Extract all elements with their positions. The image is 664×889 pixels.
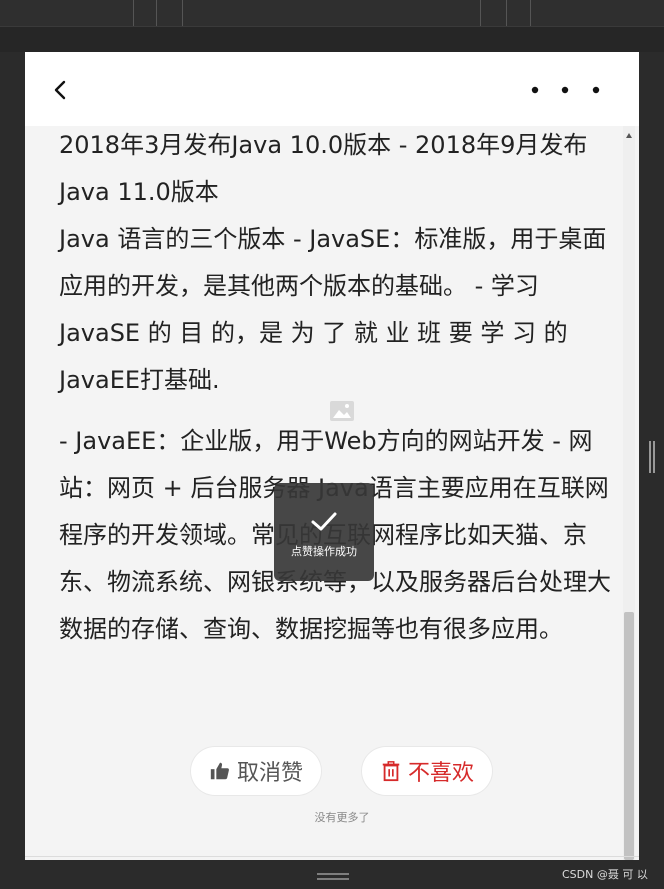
- unlike-label: 取消赞: [236, 761, 303, 786]
- back-arrow-icon[interactable]: [49, 78, 73, 102]
- dislike-button[interactable]: 不喜欢: [362, 747, 492, 795]
- window-toolbar: [0, 0, 664, 27]
- resize-handle-icon[interactable]: [316, 872, 350, 882]
- toolbar-divider: [133, 0, 134, 26]
- article-paragraph: 2018年3月发布Java 10.0版本 - 2018年9月发布Java 11.…: [59, 131, 588, 206]
- phone-screen: 2018年3月发布Java 10.0版本 - 2018年9月发布Java 11.…: [25, 52, 639, 860]
- trash-icon: [382, 761, 400, 782]
- unlike-button[interactable]: 取消赞: [191, 747, 321, 795]
- toolbar-divider: [480, 0, 481, 26]
- toast-message: 点赞操作成功: [291, 545, 357, 558]
- divider: [25, 856, 639, 857]
- image-placeholder-icon: [330, 401, 354, 421]
- side-resize-handle-icon[interactable]: [648, 440, 656, 474]
- toolbar-divider: [530, 0, 531, 26]
- toolbar-divider: [182, 0, 183, 26]
- window-gap: [0, 27, 664, 52]
- dislike-label: 不喜欢: [407, 761, 474, 786]
- watermark: CSDN @聂 可 以: [562, 868, 648, 881]
- article-paragraph: Java 语言的三个版本 - JavaSE：标准版，用于桌面应用的开发，是其他两…: [59, 225, 607, 394]
- nav-header: [25, 52, 639, 126]
- check-icon: [311, 512, 337, 531]
- thumbs-up-icon: [210, 762, 229, 780]
- toolbar-divider: [156, 0, 157, 26]
- scroll-up-arrow-icon[interactable]: [625, 132, 633, 140]
- success-toast: 点赞操作成功: [274, 483, 374, 581]
- no-more-text: 没有更多了: [314, 811, 370, 824]
- toolbar-divider: [506, 0, 507, 26]
- more-dots-icon[interactable]: [525, 80, 615, 100]
